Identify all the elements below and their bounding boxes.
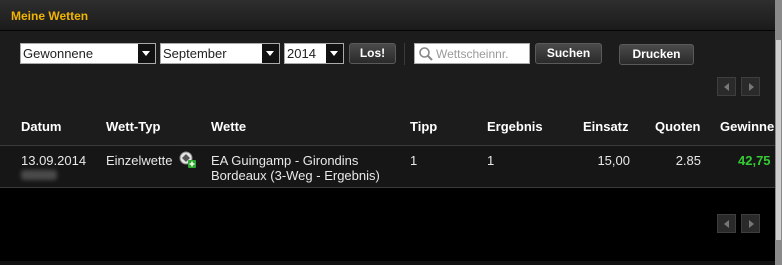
cell-einsatz: 15,00 [597, 153, 630, 168]
cell-wette-line2: Bordeaux (3-Weg - Ergebnis) [211, 168, 380, 183]
scrollbar-thumb[interactable] [776, 40, 781, 240]
panel-header [0, 0, 775, 31]
print-button[interactable]: Drucken [619, 44, 694, 65]
year-select-value: 2014 [287, 46, 316, 61]
ticket-search-input[interactable]: Wettscheinnr. [414, 43, 530, 64]
chevron-down-icon[interactable] [138, 44, 155, 63]
redacted-time [21, 170, 57, 180]
panel-title: Meine Wetten [11, 9, 89, 23]
col-header-wett-typ: Wett-Typ [106, 119, 161, 134]
single-bet-icon[interactable] [179, 151, 196, 168]
next-page-button-bottom[interactable] [741, 214, 760, 233]
col-header-gewinne: Gewinne [720, 119, 775, 134]
cell-datum: 13.09.2014 [21, 153, 87, 168]
chevron-down-icon[interactable] [326, 44, 343, 63]
go-button[interactable]: Los! [349, 43, 396, 64]
search-icon [419, 47, 433, 61]
next-page-button[interactable] [741, 77, 760, 96]
col-header-einsatz: Einsatz [583, 119, 629, 134]
col-header-ergebnis: Ergebnis [487, 119, 543, 134]
cell-wett-typ: Einzelwette [106, 153, 173, 168]
bets-panel: Meine Wetten Gewonnene September 2014 Lo… [0, 0, 775, 265]
cell-quoten: 2.85 [675, 153, 701, 168]
divider [404, 43, 405, 65]
prev-page-button[interactable] [717, 77, 736, 96]
status-select[interactable]: Gewonnene [20, 43, 156, 64]
chevron-down-icon[interactable] [262, 44, 279, 63]
col-header-quoten: Quoten [655, 119, 701, 134]
table-footer [0, 188, 775, 261]
search-placeholder: Wettscheinnr. [436, 47, 509, 61]
col-header-tipp: Tipp [410, 119, 438, 134]
status-select-value: Gewonnene [23, 46, 94, 61]
cell-ergebnis: 1 [487, 153, 495, 168]
month-select[interactable]: September [160, 43, 280, 64]
prev-page-button-bottom[interactable] [717, 214, 736, 233]
month-select-value: September [163, 46, 227, 61]
col-header-datum: Datum [21, 119, 62, 134]
cell-wette-line1: EA Guingamp - Girondins [211, 153, 359, 168]
search-button[interactable]: Suchen [535, 43, 602, 64]
cell-tipp: 1 [410, 153, 418, 168]
cell-wette: EA Guingamp - Girondins Bordeaux (3-Weg … [211, 153, 380, 183]
cell-gewinne: 42,75 [738, 153, 771, 168]
col-header-wette: Wette [211, 119, 247, 134]
year-select[interactable]: 2014 [284, 43, 344, 64]
